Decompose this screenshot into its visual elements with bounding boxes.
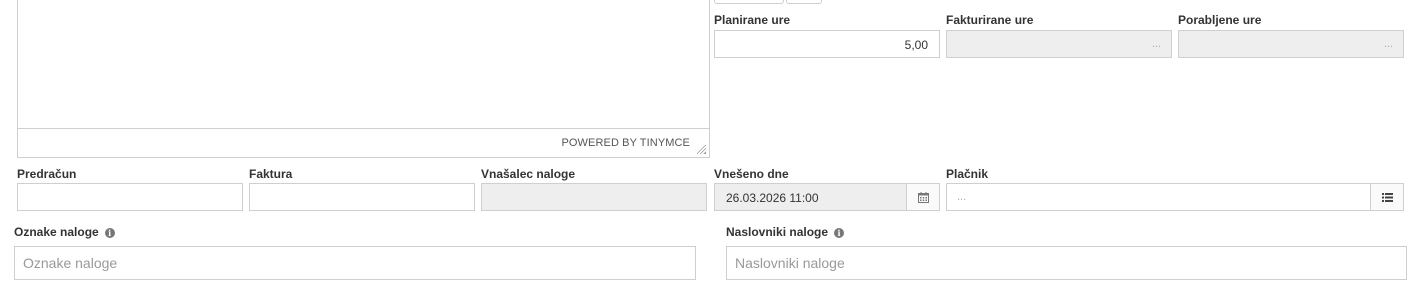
tags-placeholder: Oznake naloge bbox=[23, 255, 118, 271]
invoiced-hours-label: Fakturirane ure bbox=[946, 13, 1034, 27]
recipients-input[interactable]: Naslovniki naloge bbox=[726, 246, 1407, 280]
payer-input[interactable]: ... bbox=[946, 183, 1404, 211]
consumed-hours-label: Porabljene ure bbox=[1178, 13, 1262, 27]
invoiced-hours-value: ... bbox=[1151, 38, 1161, 50]
powered-by-label[interactable]: POWERED BY TINYMCE bbox=[561, 137, 690, 149]
resize-handle-icon[interactable] bbox=[697, 145, 706, 154]
recipients-label-row: Naslovniki naloge i bbox=[726, 225, 845, 239]
entered-date-field: 26.03.2026 11:00 bbox=[714, 183, 940, 211]
consumed-hours-value: ... bbox=[1383, 38, 1393, 50]
toolbar-button-stub[interactable] bbox=[714, 0, 784, 4]
estimate-label: Predračun bbox=[17, 167, 77, 181]
calendar-icon bbox=[917, 191, 929, 203]
planned-hours-input[interactable]: 5,00 bbox=[714, 30, 940, 58]
list-icon bbox=[1381, 192, 1393, 202]
invoice-input[interactable] bbox=[249, 183, 475, 211]
consumed-hours-field: ... bbox=[1178, 30, 1404, 58]
calendar-button[interactable] bbox=[906, 183, 940, 211]
planned-hours-value: 5,00 bbox=[904, 38, 928, 52]
payer-label: Plačnik bbox=[946, 167, 989, 181]
info-icon[interactable]: i bbox=[834, 228, 845, 238]
description-editor[interactable]: POWERED BY TINYMCE bbox=[17, 0, 710, 158]
invoice-label: Faktura bbox=[249, 167, 293, 181]
recipients-placeholder: Naslovniki naloge bbox=[735, 255, 845, 271]
tags-label-row: Oznake naloge i bbox=[14, 225, 115, 239]
entered-date-label: Vnešeno dne bbox=[714, 167, 789, 181]
tags-label: Oznake naloge bbox=[14, 225, 99, 239]
recipients-label: Naslovniki naloge bbox=[726, 225, 829, 239]
entered-date-value: 26.03.2026 11:00 bbox=[726, 191, 819, 205]
payer-list-button[interactable] bbox=[1370, 183, 1404, 211]
info-icon[interactable]: i bbox=[104, 228, 115, 238]
creator-field bbox=[481, 183, 707, 211]
payer-value: ... bbox=[957, 191, 967, 203]
editor-statusbar: POWERED BY TINYMCE bbox=[18, 128, 709, 157]
creator-label: Vnašalec naloge bbox=[481, 167, 576, 181]
toolbar-button-stub[interactable] bbox=[786, 0, 822, 4]
invoiced-hours-field: ... bbox=[946, 30, 1172, 58]
estimate-input[interactable] bbox=[17, 183, 243, 211]
planned-hours-label: Planirane ure bbox=[714, 13, 791, 27]
tags-input[interactable]: Oznake naloge bbox=[14, 246, 696, 280]
